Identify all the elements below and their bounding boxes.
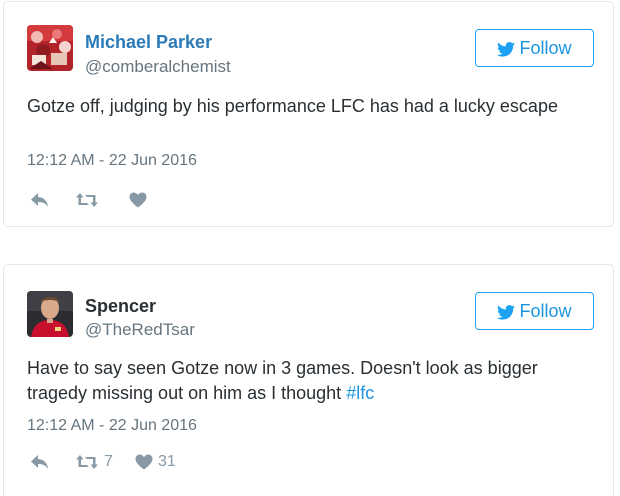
reply-icon: [31, 193, 48, 207]
hashtag-link[interactable]: #lfc: [346, 383, 374, 403]
user-handle[interactable]: @comberalchemist: [85, 57, 231, 77]
tweet-text: Gotze off, judging by his performance LF…: [27, 94, 597, 119]
retweet-icon: [76, 193, 98, 207]
like-button[interactable]: [129, 190, 152, 210]
like-heart-icon: [135, 454, 153, 470]
retweet-icon: [76, 455, 98, 469]
retweet-button[interactable]: [75, 190, 104, 210]
timestamp[interactable]: 12:12 AM - 22 Jun 2016: [27, 151, 197, 171]
tweet-text: Have to say seen Gotze now in 3 games. D…: [27, 356, 597, 406]
follow-button[interactable]: Follow: [475, 292, 594, 330]
like-count: 31: [158, 453, 176, 470]
display-name[interactable]: Spencer: [85, 295, 156, 317]
retweet-count: 7: [104, 453, 113, 470]
reply-button[interactable]: [30, 452, 49, 472]
tweet-body: Have to say seen Gotze now in 3 games. D…: [27, 358, 538, 403]
reply-button[interactable]: [30, 190, 49, 210]
timestamp[interactable]: 12:12 AM - 22 Jun 2016: [27, 416, 197, 436]
avatar[interactable]: [27, 291, 73, 337]
tweet-card: Michael Parker @comberalchemist Follow G…: [3, 1, 614, 227]
follow-label: Follow: [519, 38, 572, 58]
avatar[interactable]: [27, 25, 73, 71]
twitter-bird-icon: [497, 305, 516, 320]
follow-label: Follow: [519, 301, 572, 321]
tweet-body: Gotze off, judging by his performance LF…: [27, 96, 558, 116]
twitter-bird-icon: [497, 42, 516, 57]
follow-button[interactable]: Follow: [475, 29, 594, 67]
reply-icon: [31, 455, 48, 469]
like-button[interactable]: 31: [135, 452, 176, 472]
user-handle[interactable]: @TheRedTsar: [85, 320, 195, 340]
tweet-card: Spencer @TheRedTsar Follow Have to say s…: [3, 264, 614, 496]
like-heart-icon: [129, 192, 147, 208]
display-name[interactable]: Michael Parker: [85, 31, 212, 53]
retweet-button[interactable]: 7: [75, 452, 113, 472]
